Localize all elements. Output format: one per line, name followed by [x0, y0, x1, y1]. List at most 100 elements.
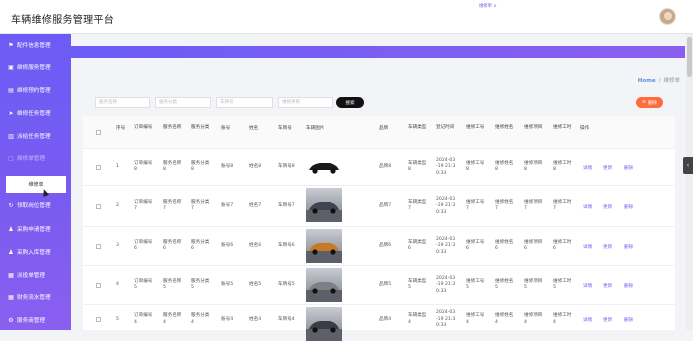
row-checkbox[interactable]: [96, 243, 101, 249]
table-cell-plate: 车牌号6: [278, 243, 295, 249]
service-category-input[interactable]: 服务分类: [155, 97, 211, 108]
column-header: 维修姓名: [495, 125, 514, 130]
sidebar-item-10[interactable]: ▦ 财务流水管理: [0, 286, 71, 308]
tab-2[interactable]: 维修师 ×: [140, 2, 158, 11]
sidebar-item-1[interactable]: ▣ 维修服务管理: [0, 56, 71, 78]
row-delete-button[interactable]: 删除: [624, 317, 633, 323]
sidebar-item-9[interactable]: ▦ 派投单管理: [0, 264, 71, 286]
chevron-left-icon[interactable]: ‹: [683, 157, 693, 174]
sidebar-item-8[interactable]: ♟ 采购入库管理: [0, 241, 71, 263]
row-update-button[interactable]: 更新: [603, 317, 612, 323]
delete-button-label: 删除: [647, 100, 658, 106]
table-cell-type: 车辆类型 6: [408, 239, 427, 252]
car-image[interactable]: [306, 268, 342, 302]
sidebar-item-0[interactable]: ⚑ 配件信息管理: [0, 34, 71, 56]
tab-10[interactable]: 派给任务 ×: [438, 2, 460, 11]
car-image[interactable]: [306, 188, 342, 222]
plate-number-input[interactable]: 车牌号: [216, 97, 273, 108]
sidebar-item-label: 财务流水管理: [17, 295, 51, 301]
app-title: 车辆维修服务管理平台: [11, 15, 114, 26]
sidebar-subitem-repair-order[interactable]: 维修单: [6, 176, 66, 193]
sidebar-item-6[interactable]: ↻ 领取岗位管理: [0, 194, 71, 216]
tab-9[interactable]: 维修任务 ×: [400, 2, 422, 11]
row-checkbox[interactable]: [96, 317, 101, 322]
row-update-button[interactable]: 更新: [603, 283, 612, 289]
car-image[interactable]: [306, 229, 342, 263]
table-cell-category: 服务分类 8: [191, 160, 210, 173]
sidebar-item-label: 派给任务管理: [17, 134, 51, 140]
breadcrumb-current: 维修单: [663, 78, 680, 84]
row-delete-button[interactable]: 删除: [624, 204, 633, 210]
service-name-input[interactable]: 服务名称: [95, 97, 150, 108]
sidebar-item-4[interactable]: ▥ 派给任务管理: [0, 125, 71, 147]
tab-3[interactable]: 派单员 ×: [174, 2, 192, 11]
row-detail-button[interactable]: 详情: [583, 283, 592, 289]
row-detail-button[interactable]: 详情: [583, 165, 592, 171]
scrollbar-track[interactable]: [686, 34, 693, 330]
table-cell-order: 订单编号 8: [134, 160, 153, 173]
sidebar-item-label: 服务商管理: [17, 318, 45, 324]
table-cell-hours: 维修工时 4: [553, 313, 572, 325]
row-checkbox[interactable]: [96, 203, 101, 209]
table-cell-hours: 维修工时 8: [553, 160, 572, 173]
row-detail-button[interactable]: 详情: [583, 244, 592, 250]
row-detail-button[interactable]: 详情: [583, 204, 592, 210]
column-header: 服务名称: [163, 125, 182, 130]
row-checkbox[interactable]: [96, 164, 101, 170]
table-cell-order: 订单编号 6: [134, 239, 153, 252]
table-cell-category: 服务分类 5: [191, 278, 210, 291]
tab-0[interactable]: 系统首页: [78, 2, 95, 11]
table-cell-category: 服务分类 6: [191, 239, 210, 252]
breadcrumb-home[interactable]: Home: [638, 78, 656, 84]
row-update-button[interactable]: 更新: [603, 204, 612, 210]
sidebar-item-7[interactable]: ♟ 采购申请管理: [0, 218, 71, 240]
row-update-button[interactable]: 更新: [603, 244, 612, 250]
table-cell-name: 姓名8: [249, 164, 262, 170]
tab-8[interactable]: 维修预约 ×: [362, 2, 384, 11]
row-update-button[interactable]: 更新: [603, 165, 612, 171]
tab-4[interactable]: 配件分类 ×: [208, 2, 230, 11]
table-cell-type: 车辆类型 4: [408, 313, 427, 325]
scrollbar-thumb[interactable]: [687, 37, 692, 77]
table-cell-wname: 维修姓名 6: [495, 239, 514, 252]
car-image[interactable]: [306, 156, 342, 178]
table-cell-category: 服务分类 4: [191, 313, 210, 325]
sidebar-item-label: 采购申请管理: [17, 227, 51, 233]
tab-11[interactable]: 维修单 ×: [476, 2, 500, 11]
flag-icon: ⚑: [8, 41, 14, 49]
sidebar-item-label: 维修单管理: [17, 156, 45, 162]
table-header: [83, 116, 675, 149]
sidebar-item-label: 维修服务管理: [17, 65, 51, 71]
sidebar-item-label: 领取岗位管理: [17, 203, 51, 209]
send-icon: ➤: [8, 109, 14, 117]
table-cell-account: 账号7: [221, 203, 234, 209]
row-delete-button[interactable]: 删除: [624, 283, 633, 289]
repair-item-input[interactable]: 维修项目: [278, 97, 333, 108]
delete-button[interactable]: ⊖ 删除: [636, 97, 663, 108]
table-cell-plate: 车牌号4: [278, 316, 295, 322]
image-icon: ▣: [8, 63, 14, 71]
top-header: 车辆维修服务管理平台: [0, 0, 693, 34]
row-delete-button[interactable]: 删除: [624, 244, 633, 250]
tab-7[interactable]: 维修服务 ×: [324, 2, 346, 11]
people-icon: ♟: [8, 248, 14, 256]
row-delete-button[interactable]: 删除: [624, 165, 633, 171]
search-button[interactable]: 搜索: [336, 97, 364, 108]
table-cell-idx: 3: [116, 243, 119, 249]
sidebar-item-5[interactable]: ▢ 维修单管理: [0, 147, 71, 169]
avatar[interactable]: [659, 8, 676, 25]
tab-5[interactable]: 服务分类 ×: [246, 2, 268, 11]
select-all-checkbox[interactable]: [96, 130, 101, 135]
car-image[interactable]: [306, 307, 342, 341]
sidebar-item-3[interactable]: ➤ 维修任务管理: [0, 102, 71, 124]
row-checkbox[interactable]: [96, 282, 101, 288]
table-cell-account: 账号5: [221, 282, 234, 288]
calendar-icon: ▥: [8, 132, 14, 140]
row-detail-button[interactable]: 详情: [583, 317, 592, 323]
tab-1[interactable]: 车主 ×: [112, 2, 126, 11]
sidebar-item-2[interactable]: ▤ 维修预约管理: [0, 79, 71, 101]
document-icon: ▢: [8, 154, 14, 162]
column-header: 维修工时: [553, 125, 572, 130]
tab-6[interactable]: 配件信息 ×: [285, 2, 307, 11]
sidebar-item-11[interactable]: ⚙ 服务商管理: [0, 309, 71, 331]
